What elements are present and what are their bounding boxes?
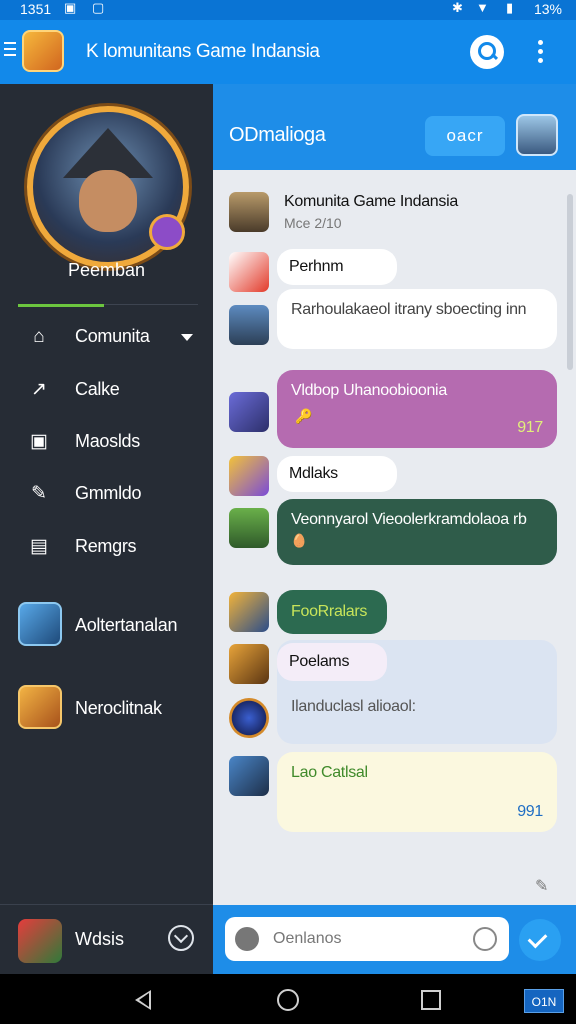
sidebar: Peemban ⌂ Comunita ↗ Calke ▣ Maoslds ✎ G… — [0, 84, 213, 974]
nav-chip[interactable]: O1N — [524, 989, 564, 1013]
menu-icon[interactable] — [4, 42, 16, 58]
app-logo[interactable] — [22, 30, 64, 72]
divider-accent — [18, 304, 104, 307]
profile-name: Peemban — [67, 260, 146, 280]
wifi-icon: ▼ — [476, 0, 489, 15]
sidebar-game-label: Aoltertanalan — [75, 615, 178, 635]
attachment-icon[interactable] — [235, 927, 259, 951]
message-avatar[interactable] — [229, 756, 269, 796]
pen-icon: ✎ — [31, 483, 47, 504]
message-avatar[interactable] — [229, 592, 269, 632]
sidebar-item-label: Maoslds — [75, 431, 140, 451]
app-bar: K lomunitans Game Indansia — [0, 20, 576, 84]
home-button-icon[interactable] — [277, 989, 299, 1011]
group-title: Komunita Game Indansia — [284, 193, 458, 210]
egg-icon: 🥚 — [291, 533, 307, 548]
key-icon: 🔑 — [295, 408, 313, 424]
sidebar-game-neroclitnak[interactable]: Neroclitnak — [0, 684, 213, 730]
clock-icon[interactable] — [473, 927, 497, 951]
message-avatar[interactable] — [229, 456, 269, 496]
recents-icon[interactable] — [421, 990, 441, 1010]
chevron-down-icon[interactable] — [181, 334, 193, 341]
document-icon: ▤ — [30, 536, 48, 557]
message-text: Vldbop Uhanoobioonia — [291, 382, 447, 399]
search-icon[interactable] — [470, 35, 504, 69]
sidebar-item-maoslds[interactable]: ▣ Maoslds — [0, 419, 213, 465]
sidebar-item-label: Remgrs — [75, 536, 137, 556]
game-avatar — [18, 602, 62, 646]
message-input-bar: Oenlanos — [213, 905, 576, 974]
user-avatar[interactable] — [516, 114, 558, 156]
message-bubble: FooRralars — [277, 590, 387, 634]
message-avatar[interactable] — [229, 305, 269, 345]
message-bubble: Rarhoulakaeol itrany sboecting inn — [277, 289, 557, 349]
chat-title: ODmalioga — [229, 124, 326, 146]
clock-time: 1351 — [20, 1, 52, 17]
chevron-down-icon[interactable] — [168, 925, 194, 951]
message-bubble: Perhnm — [277, 249, 397, 285]
message-text: Veonnyarol Vieoolerkramdolaoa rb — [291, 511, 527, 528]
chat-panel: ODmalioga oacr Komunita Game Indansia Mc… — [213, 84, 576, 974]
message-count: 991 — [517, 803, 543, 820]
group-subtitle: Mce 2/10 — [284, 215, 342, 231]
cube-icon — [18, 919, 62, 963]
sidebar-game-aoltertanalan[interactable]: Aoltertanalan — [0, 601, 213, 647]
header-action-button[interactable]: oacr — [425, 116, 505, 156]
sidebar-item-label: Comunita — [75, 326, 150, 346]
battery-level: 13% — [533, 1, 562, 17]
send-button[interactable] — [519, 919, 561, 961]
share-icon: ↗ — [31, 379, 47, 400]
sidebar-item-remgrs[interactable]: ▤ Remgrs — [0, 524, 213, 570]
message-bubble-overlay: Poelams — [277, 643, 387, 681]
back-icon[interactable] — [135, 990, 151, 1010]
message-avatar[interactable] — [229, 392, 269, 432]
profile-avatar[interactable] — [27, 106, 189, 268]
sidebar-item-gmmldo[interactable]: ✎ Gmmldo — [0, 471, 213, 517]
bluetooth-icon: ✱ — [452, 0, 463, 15]
game-avatar — [18, 685, 62, 729]
home-icon: ⌂ — [33, 326, 45, 347]
message-text: Lao Catlsal — [291, 764, 368, 781]
scrollbar[interactable] — [567, 194, 573, 370]
sidebar-item-label: Gmmldo — [75, 483, 142, 503]
system-nav-bar: O1N — [0, 974, 576, 1024]
more-options-icon[interactable] — [538, 40, 544, 67]
message-avatar[interactable] — [229, 508, 269, 548]
notification-icon: ▢ — [92, 0, 105, 15]
message-bubble-yellow: Lao Catlsal 991 — [277, 752, 557, 832]
gamepad-icon: ▣ — [30, 431, 48, 452]
message-count: 917 — [517, 419, 543, 436]
edit-icon[interactable]: ✎ — [535, 876, 548, 896]
message-bubble-purple: Vldbop Uhanoobioonia 🔑 917 — [277, 370, 557, 448]
message-avatar[interactable] — [229, 698, 269, 738]
sidebar-item-label: Calke — [75, 379, 120, 399]
message-avatar[interactable] — [229, 644, 269, 684]
message-input[interactable]: Oenlanos — [225, 917, 509, 961]
message-avatar[interactable] — [229, 192, 269, 232]
badge-icon — [149, 214, 185, 250]
notification-icon: ▣ — [64, 0, 77, 15]
message-input-placeholder: Oenlanos — [273, 930, 342, 947]
sidebar-footer[interactable]: Wdsis — [0, 904, 213, 974]
sidebar-footer-label: Wdsis — [75, 929, 124, 949]
face-shape — [79, 170, 137, 232]
message-bubble-green: Veonnyarol Vieoolerkramdolaoa rb 🥚 — [277, 499, 557, 565]
sidebar-game-label: Neroclitnak — [75, 698, 162, 718]
message-avatar[interactable] — [229, 252, 269, 292]
battery-icon: ▮ — [506, 0, 514, 15]
sidebar-item-comunita[interactable]: ⌂ Comunita — [0, 314, 213, 360]
message-bubble: Mdlaks — [277, 456, 397, 492]
status-bar: 1351 ▣ ▢ ✱ ▼ ▮ 13% — [0, 0, 576, 20]
chat-header: ODmalioga oacr — [213, 84, 576, 170]
sidebar-item-calke[interactable]: ↗ Calke — [0, 367, 213, 413]
app-title: K lomunitans Game Indansia — [86, 41, 320, 62]
